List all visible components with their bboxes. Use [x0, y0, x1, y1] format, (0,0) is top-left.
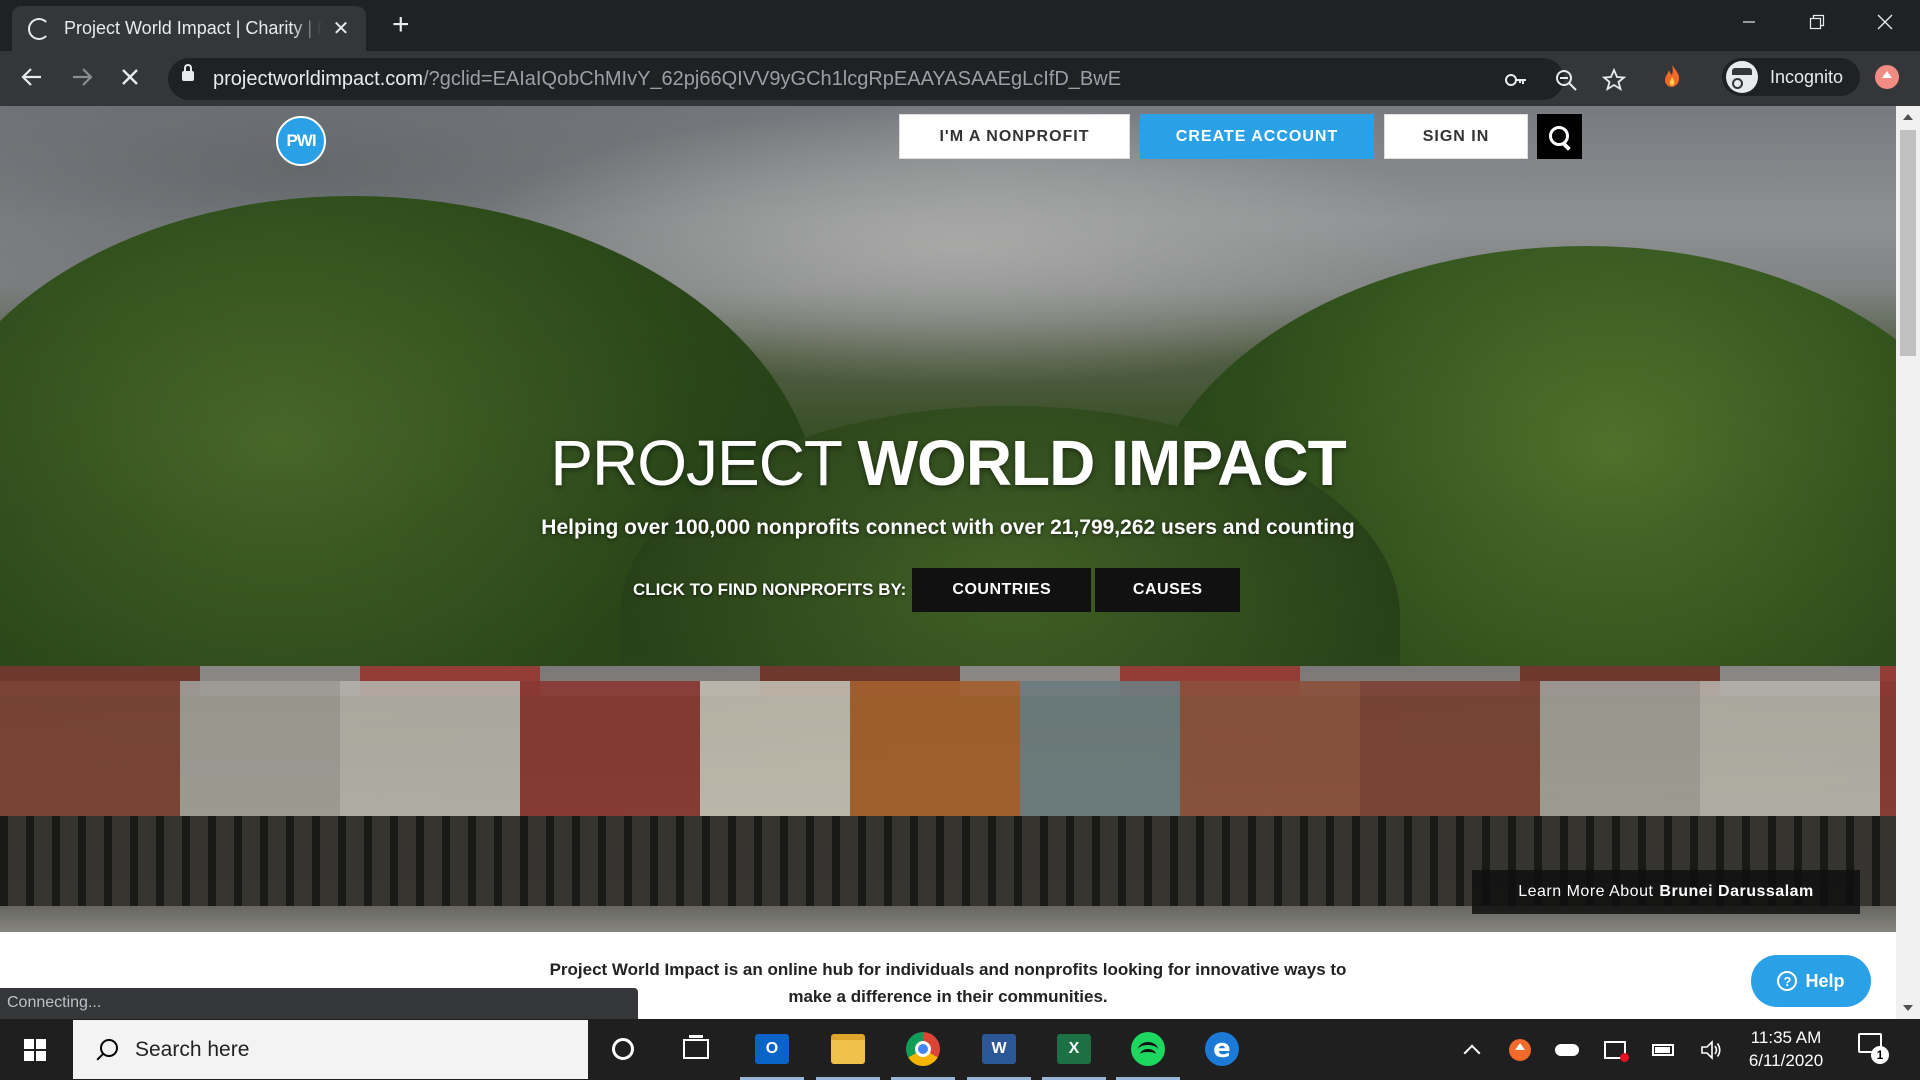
stop-loading-button[interactable]	[116, 65, 144, 93]
forward-button[interactable]	[68, 65, 96, 93]
excel-icon: X	[1057, 1034, 1091, 1064]
incognito-label: Incognito	[1770, 66, 1844, 87]
chrome-update-icon[interactable]	[1875, 65, 1899, 89]
fire-extension-icon[interactable]	[1660, 63, 1684, 89]
scroll-up-arrow-icon[interactable]	[1903, 114, 1913, 120]
country-name: Brunei Darussalam	[1659, 883, 1814, 900]
nonprofit-button[interactable]: I'M A NONPROFIT	[899, 114, 1130, 159]
restore-button[interactable]	[1784, 0, 1850, 44]
task-view-icon	[683, 1035, 709, 1059]
upload-tray-icon[interactable]	[1506, 1019, 1534, 1080]
loading-spinner-icon	[28, 17, 50, 40]
edge-taskbar-button[interactable]: e	[1200, 1027, 1244, 1071]
chrome-taskbar-button[interactable]	[891, 1027, 955, 1080]
volume-icon[interactable]	[1696, 1019, 1726, 1080]
folder-icon	[831, 1034, 865, 1064]
excel-taskbar-button[interactable]: X	[1042, 1027, 1106, 1080]
start-button[interactable]	[0, 1019, 70, 1080]
tab-close-icon[interactable]: ✕	[330, 16, 352, 41]
system-clock[interactable]: 11:35 AM 6/11/2020	[1736, 1026, 1836, 1072]
incognito-icon	[1726, 61, 1758, 93]
lock-icon	[182, 64, 194, 81]
sign-in-button[interactable]: SIGN IN	[1384, 114, 1528, 159]
search-icon	[1548, 125, 1571, 148]
incognito-profile-button[interactable]: Incognito	[1722, 58, 1860, 96]
tab-strip: Project World Impact | Charity | N ✕ +	[0, 0, 1920, 51]
cortana-icon	[612, 1038, 634, 1060]
taskbar-search-box[interactable]: Search here	[73, 1020, 588, 1079]
tab-title: Project World Impact | Charity | N	[64, 18, 322, 38]
clock-time: 11:35 AM	[1750, 1028, 1822, 1047]
restore-icon	[1809, 14, 1825, 30]
causes-button[interactable]: CAUSES	[1095, 568, 1241, 612]
key-icon[interactable]	[1504, 68, 1528, 92]
clock-date: 6/11/2020	[1748, 1051, 1824, 1070]
address-bar[interactable]: projectworldimpact.com/?gclid=EAIaIQobCh…	[168, 58, 1627, 100]
forward-arrow-icon	[73, 68, 93, 86]
learn-more-country-button[interactable]: Learn More About Brunei Darussalam	[1472, 870, 1860, 914]
page-scrollbar[interactable]	[1896, 106, 1920, 1019]
new-tab-button[interactable]: +	[392, 10, 410, 40]
window-close-button[interactable]	[1852, 0, 1918, 44]
file-explorer-taskbar-button[interactable]	[816, 1027, 880, 1080]
notification-count-badge: 1	[1871, 1046, 1889, 1064]
task-view-button[interactable]	[674, 1027, 718, 1071]
hero-subtitle: Helping over 100,000 nonprofits connect …	[541, 516, 1355, 539]
onedrive-cloud-icon[interactable]	[1552, 1019, 1582, 1080]
hero-banner: PWI I'M A NONPROFIT CREATE ACCOUNT SIGN …	[0, 106, 1896, 932]
windows-taskbar: Search here O W X e 11:35 AM 6/11/2020 1	[0, 1019, 1920, 1080]
status-bubble: Connecting...	[0, 988, 638, 1019]
close-icon	[1877, 14, 1893, 30]
spotify-icon	[1131, 1032, 1165, 1066]
countries-button[interactable]: COUNTRIES	[912, 568, 1092, 612]
browser-toolbar: projectworldimpact.com/?gclid=EAIaIQobCh…	[0, 51, 1920, 106]
browser-tab[interactable]: Project World Impact | Charity | N ✕	[12, 6, 366, 51]
outlook-taskbar-button[interactable]: O	[740, 1027, 804, 1080]
hero-title: PROJECT WORLD IMPACT	[550, 427, 1346, 499]
page-viewport: PWI I'M A NONPROFIT CREATE ACCOUNT SIGN …	[0, 106, 1896, 1019]
back-button[interactable]	[18, 65, 46, 93]
word-taskbar-button[interactable]: W	[967, 1027, 1031, 1080]
find-nonprofits-row: CLICK TO FIND NONPROFITS BY: COUNTRIES C…	[633, 568, 1244, 612]
scrollbar-thumb[interactable]	[1900, 130, 1916, 356]
site-search-button[interactable]	[1537, 114, 1582, 159]
show-hidden-icons-button[interactable]	[1458, 1019, 1486, 1080]
outlook-icon: O	[755, 1034, 789, 1064]
windows-logo-icon	[24, 1038, 46, 1061]
search-icon	[95, 1038, 118, 1061]
url-text[interactable]: projectworldimpact.com/?gclid=EAIaIQobCh…	[213, 68, 1121, 91]
zoom-icon[interactable]	[1554, 68, 1578, 92]
taskbar-search-placeholder: Search here	[135, 1037, 250, 1061]
chevron-up-icon	[1463, 1044, 1481, 1061]
chrome-icon	[906, 1032, 940, 1066]
bookmark-star-icon[interactable]	[1601, 67, 1627, 92]
create-account-button[interactable]: CREATE ACCOUNT	[1140, 114, 1374, 159]
cortana-button[interactable]	[601, 1027, 645, 1071]
spotify-taskbar-button[interactable]	[1116, 1027, 1180, 1080]
help-icon: ?	[1777, 971, 1798, 991]
scroll-down-arrow-icon[interactable]	[1903, 1005, 1913, 1011]
find-label: CLICK TO FIND NONPROFITS BY:	[633, 580, 907, 599]
network-icon[interactable]	[1600, 1019, 1630, 1080]
battery-icon[interactable]	[1648, 1019, 1678, 1080]
minimize-icon	[1743, 21, 1755, 23]
minimize-button[interactable]	[1716, 0, 1782, 44]
edge-icon: e	[1205, 1032, 1239, 1066]
stop-x-icon	[122, 69, 138, 85]
back-arrow-icon	[21, 68, 41, 86]
action-center-button[interactable]: 1	[1858, 1033, 1889, 1064]
word-icon: W	[982, 1034, 1016, 1064]
pwi-logo[interactable]: PWI	[276, 116, 326, 166]
help-button[interactable]: ? Help	[1751, 955, 1871, 1007]
